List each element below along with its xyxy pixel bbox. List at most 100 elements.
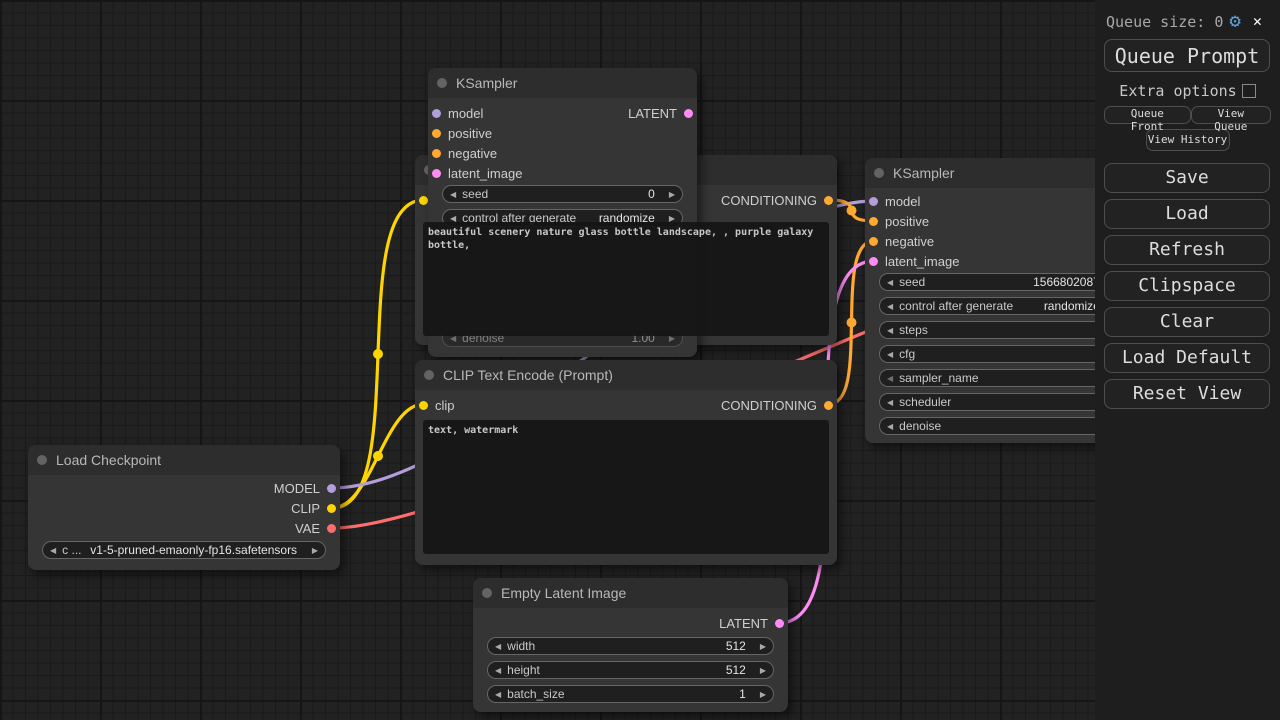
widget-value[interactable]: 512: [726, 639, 746, 653]
node-header-load-checkpoint[interactable]: Load Checkpoint: [28, 445, 340, 475]
decrement-arrow-icon[interactable]: ◀: [495, 690, 501, 699]
widget-c-[interactable]: ◀c ...v1-5-pruned-emaonly-fp16.safetenso…: [42, 541, 326, 559]
output-dot-MODEL[interactable]: [327, 484, 336, 493]
widget-value[interactable]: 1: [739, 687, 746, 701]
input-port-latent_image[interactable]: latent_image: [869, 254, 966, 268]
widget-value[interactable]: v1-5-pruned-emaonly-fp16.safetensors: [90, 543, 297, 557]
widget-value[interactable]: 0: [648, 187, 655, 201]
output-port-LATENT[interactable]: LATENT: [712, 616, 784, 630]
widget-cfg[interactable]: ◀cfg▶: [879, 345, 1128, 363]
input-port-negative[interactable]: negative: [869, 234, 941, 248]
queue-prompt-button[interactable]: Queue Prompt: [1104, 39, 1270, 72]
widget-scheduler[interactable]: ◀scheduler▶: [879, 393, 1128, 411]
collapse-dot-icon[interactable]: [37, 455, 47, 465]
collapse-dot-icon[interactable]: [482, 588, 492, 598]
output-dot-CONDITIONING[interactable]: [824, 401, 833, 410]
output-port-MODEL[interactable]: MODEL: [267, 481, 336, 495]
decrement-arrow-icon[interactable]: ◀: [887, 278, 893, 287]
widget-control-after-generate[interactable]: ◀control after generaterandomize▶: [879, 297, 1128, 315]
node-header-empty-latent-image[interactable]: Empty Latent Image: [473, 578, 788, 608]
extra-options-checkbox[interactable]: [1242, 84, 1256, 98]
queue-front-button[interactable]: Queue Front: [1104, 106, 1191, 124]
widget-sampler-name[interactable]: ◀sampler_name▶: [879, 369, 1128, 387]
load-default-button[interactable]: Load Default: [1104, 343, 1270, 373]
clear-button[interactable]: Clear: [1104, 307, 1270, 337]
increment-arrow-icon[interactable]: ▶: [312, 546, 318, 555]
input-port-positive[interactable]: positive: [869, 214, 936, 228]
reset-view-button[interactable]: Reset View: [1104, 379, 1270, 409]
widget-seed[interactable]: ◀seed0▶: [442, 185, 683, 203]
input-port-model[interactable]: model: [869, 194, 927, 208]
clipspace-button[interactable]: Clipspace: [1104, 271, 1270, 301]
input-port-positive[interactable]: positive: [432, 126, 499, 140]
decrement-arrow-icon[interactable]: ◀: [495, 642, 501, 651]
input-dot-clip[interactable]: [419, 196, 428, 205]
widget-steps[interactable]: ◀steps▶: [879, 321, 1128, 339]
widget-height[interactable]: ◀height512▶: [487, 661, 774, 679]
load-button[interactable]: Load: [1104, 199, 1270, 229]
input-port-model[interactable]: model: [432, 106, 490, 120]
node-header-clip-text-encode-2[interactable]: CLIP Text Encode (Prompt): [415, 360, 837, 390]
positive-prompt-text[interactable]: beautiful scenery nature glass bottle la…: [423, 222, 829, 336]
input-port-negative[interactable]: negative: [432, 146, 504, 160]
decrement-arrow-icon[interactable]: ◀: [495, 666, 501, 675]
output-port-VAE[interactable]: VAE: [288, 521, 336, 535]
view-queue-button[interactable]: View Queue: [1191, 106, 1271, 124]
output-port-LATENT[interactable]: LATENT: [621, 106, 693, 120]
increment-arrow-icon[interactable]: ▶: [760, 642, 766, 651]
widget-denoise[interactable]: ◀denoise▶: [879, 417, 1128, 435]
output-port-CONDITIONING[interactable]: CONDITIONING: [714, 398, 833, 412]
decrement-arrow-icon[interactable]: ◀: [887, 422, 893, 431]
input-dot-model[interactable]: [432, 109, 441, 118]
output-dot-VAE[interactable]: [327, 524, 336, 533]
collapse-dot-icon[interactable]: [437, 78, 447, 88]
input-dot-model[interactable]: [869, 197, 878, 206]
widget-value[interactable]: 1566802087: [1033, 275, 1100, 289]
output-port-CONDITIONING[interactable]: CONDITIONING: [714, 193, 833, 207]
view-history-button[interactable]: View History: [1146, 129, 1230, 151]
collapse-dot-icon[interactable]: [424, 370, 434, 380]
input-dot-clip[interactable]: [419, 401, 428, 410]
input-dot-positive[interactable]: [869, 217, 878, 226]
increment-arrow-icon[interactable]: ▶: [669, 190, 675, 199]
decrement-arrow-icon[interactable]: ◀: [887, 374, 893, 383]
decrement-arrow-icon[interactable]: ◀: [887, 302, 893, 311]
decrement-arrow-icon[interactable]: ◀: [887, 398, 893, 407]
save-button[interactable]: Save: [1104, 163, 1270, 193]
decrement-arrow-icon[interactable]: ◀: [450, 190, 456, 199]
close-icon[interactable]: ✕: [1253, 14, 1262, 29]
link-midpoint-dot[interactable]: [847, 206, 857, 216]
input-port-clip[interactable]: clip: [419, 398, 462, 412]
input-dot-negative[interactable]: [869, 237, 878, 246]
widget-width[interactable]: ◀width512▶: [487, 637, 774, 655]
output-dot-CLIP[interactable]: [327, 504, 336, 513]
widget-seed[interactable]: ◀seed1566802087▶: [879, 273, 1128, 291]
widget-batch-size[interactable]: ◀batch_size1▶: [487, 685, 774, 703]
collapse-dot-icon[interactable]: [874, 168, 884, 178]
node-load-checkpoint[interactable]: Load Checkpoint MODEL CLIP VAE ◀c ...v1-5-pr…: [28, 445, 340, 570]
output-dot-LATENT[interactable]: [684, 109, 693, 118]
link-midpoint-dot[interactable]: [847, 318, 857, 328]
link-midpoint-dot[interactable]: [373, 451, 383, 461]
node-empty-latent-image[interactable]: Empty Latent ImageLATENT◀width512▶◀heigh…: [473, 578, 788, 712]
input-dot-latent_image[interactable]: [869, 257, 878, 266]
widget-value[interactable]: randomize: [1044, 299, 1100, 313]
node-header-ksampler-1[interactable]: KSampler: [428, 68, 697, 98]
settings-gear-icon[interactable]: ⚙: [1229, 12, 1240, 31]
input-dot-latent_image[interactable]: [432, 169, 441, 178]
input-port-latent_image[interactable]: latent_image: [432, 166, 529, 180]
output-port-CLIP[interactable]: CLIP: [284, 501, 336, 515]
widget-value[interactable]: 512: [726, 663, 746, 677]
decrement-arrow-icon[interactable]: ◀: [887, 350, 893, 359]
refresh-button[interactable]: Refresh: [1104, 235, 1270, 265]
increment-arrow-icon[interactable]: ▶: [760, 690, 766, 699]
input-dot-positive[interactable]: [432, 129, 441, 138]
output-dot-LATENT[interactable]: [775, 619, 784, 628]
output-dot-CONDITIONING[interactable]: [824, 196, 833, 205]
link-midpoint-dot[interactable]: [373, 349, 383, 359]
negative-prompt-text[interactable]: text, watermark: [423, 420, 829, 554]
decrement-arrow-icon[interactable]: ◀: [887, 326, 893, 335]
input-dot-negative[interactable]: [432, 149, 441, 158]
increment-arrow-icon[interactable]: ▶: [760, 666, 766, 675]
decrement-arrow-icon[interactable]: ◀: [50, 546, 56, 555]
